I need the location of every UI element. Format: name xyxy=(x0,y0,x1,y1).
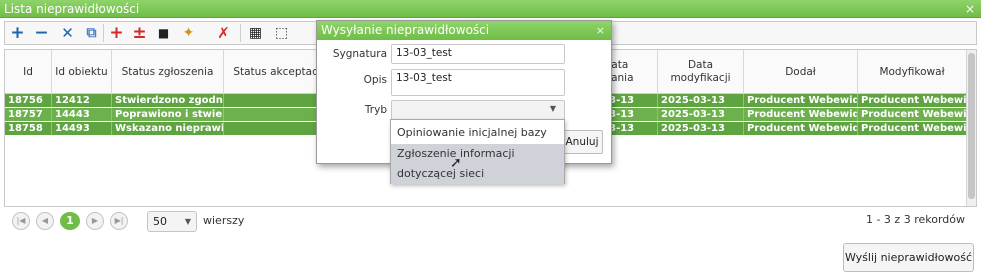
dialog-close-icon[interactable]: × xyxy=(596,21,605,40)
next-page-icon[interactable]: ▶ xyxy=(86,212,104,230)
column-header-added-by[interactable]: Dodał xyxy=(744,50,858,94)
remove-icon[interactable]: − xyxy=(31,22,52,44)
mode-option[interactable]: Opiniowanie inicjalnej bazy xyxy=(391,124,564,142)
chevron-down-icon: ▼ xyxy=(184,217,191,226)
cell-status: Poprawiono i stwierdz... xyxy=(112,108,224,121)
chevron-down-icon: ▼ xyxy=(549,104,556,113)
cell-added-by: Producent Webewid xyxy=(744,94,858,107)
send-irregularity-button[interactable]: Wyślij nieprawidłowość xyxy=(843,243,974,272)
page-size-value: 50 xyxy=(153,215,167,228)
column-header-id[interactable]: Id xyxy=(5,50,52,94)
scrollbar-thumb[interactable] xyxy=(968,53,975,199)
column-header-object-id[interactable]: Id obiektu xyxy=(52,50,112,94)
dialog-title: Wysyłanie nieprawidłowości xyxy=(321,23,490,37)
description-field[interactable]: 13-03_test xyxy=(391,69,565,96)
cell-added-by: Producent Webewid xyxy=(744,122,858,135)
cell-object-id: 14493 xyxy=(52,122,112,135)
prev-page-icon[interactable]: ◀ xyxy=(36,212,54,230)
toolbar-separator xyxy=(240,24,241,42)
mouse-cursor-icon: ➚ xyxy=(450,155,462,171)
mode-label: Tryb xyxy=(364,104,387,116)
cell-date-modified: 2025-03-13 xyxy=(658,122,744,135)
column-header-status[interactable]: Status zgłoszenia xyxy=(112,50,224,94)
cell-added-by: Producent Webewid xyxy=(744,108,858,121)
column-header-date-modified[interactable]: Data modyfikacji xyxy=(658,50,744,94)
table-icon[interactable]: ▦ xyxy=(245,22,266,44)
delete-icon[interactable]: ✕ xyxy=(57,22,78,44)
cell-status: Stwierdzono zgodność xyxy=(112,94,224,107)
cell-object-id: 14443 xyxy=(52,108,112,121)
add-icon[interactable]: + xyxy=(7,22,28,44)
vertical-scrollbar[interactable] xyxy=(966,50,976,206)
cell-date-modified: 2025-03-13 xyxy=(658,108,744,121)
signature-label: Sygnatura xyxy=(332,48,387,60)
mode-dropdown-list: Opiniowanie inicjalnej bazy Zgłoszenie i… xyxy=(390,119,565,184)
mode-select[interactable]: ▼ xyxy=(391,100,565,120)
current-page[interactable]: 1 xyxy=(60,212,80,230)
window-titlebar: Lista nieprawidłowości × xyxy=(0,0,981,18)
plus-minus-icon[interactable]: ± xyxy=(129,22,150,44)
mode-option-highlighted[interactable]: Zgłoszenie informacji dotyczącej sieci xyxy=(391,144,564,184)
first-page-icon[interactable]: |◀ xyxy=(12,212,30,230)
select-area-icon[interactable]: ⬚ xyxy=(271,22,292,44)
signature-field[interactable]: 13-03_test xyxy=(391,44,565,64)
add-red-icon[interactable]: + xyxy=(106,22,127,44)
cell-status: Wskazano nieprawidł... xyxy=(112,122,224,135)
cell-modified-by: Producent Webewid xyxy=(858,108,967,121)
records-count: 1 - 3 z 3 rekordów xyxy=(865,213,965,226)
cell-id: 18758 xyxy=(5,122,52,135)
cell-id: 18757 xyxy=(5,108,52,121)
document-icon[interactable]: ■ xyxy=(153,22,174,44)
cell-modified-by: Producent Webewid xyxy=(858,94,967,107)
window-close-icon[interactable]: × xyxy=(965,0,975,18)
rows-label: wierszy xyxy=(203,214,245,227)
toolbar-separator xyxy=(103,24,104,42)
page-size-select[interactable]: 50 ▼ xyxy=(147,211,197,232)
cell-id: 18756 xyxy=(5,94,52,107)
description-label: Opis xyxy=(363,74,387,86)
last-page-icon[interactable]: ▶| xyxy=(110,212,128,230)
cell-modified-by: Producent Webewid xyxy=(858,122,967,135)
unpin-icon[interactable]: ✗ xyxy=(213,22,234,44)
column-header-modified-by[interactable]: Modyfikował xyxy=(858,50,967,94)
pin-icon[interactable]: ✦ xyxy=(178,22,199,44)
window-title: Lista nieprawidłowości xyxy=(4,2,140,16)
cell-object-id: 12412 xyxy=(52,94,112,107)
dialog-titlebar: Wysyłanie nieprawidłowości × xyxy=(317,21,611,40)
cancel-button[interactable]: Anuluj xyxy=(561,130,603,154)
cell-date-modified: 2025-03-13 xyxy=(658,94,744,107)
copy-icon[interactable]: ⧉ xyxy=(81,22,102,44)
